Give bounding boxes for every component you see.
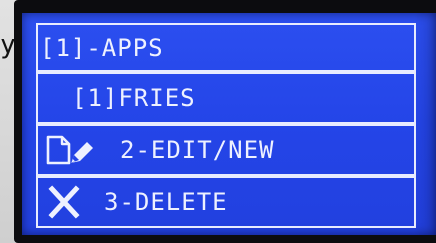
lcd-screen: [1]-APPS [1]FRIES 2-EDIT/NEW 3-DELETE	[22, 13, 436, 235]
menu-item-fries-label: [1]FRIES	[72, 84, 196, 112]
document-pencil-icon	[44, 131, 100, 169]
menu-title-label: [1]-APPS	[40, 33, 164, 62]
menu-item-delete[interactable]: 3-DELETE	[36, 176, 416, 228]
close-icon	[44, 183, 84, 221]
menu-item-edit-new[interactable]: 2-EDIT/NEW	[36, 124, 416, 176]
menu-item-delete-label: 3-DELETE	[104, 188, 228, 216]
device-photo: y [1]-APPS [1]FRIES 2-EDIT/NEW 3-DELETE	[0, 0, 436, 243]
menu-item-edit-new-label: 2-EDIT/NEW	[120, 136, 275, 164]
screen-edge-shade	[414, 13, 436, 235]
menu-item-fries[interactable]: [1]FRIES	[36, 72, 416, 124]
menu-title-apps[interactable]: [1]-APPS	[36, 23, 416, 72]
